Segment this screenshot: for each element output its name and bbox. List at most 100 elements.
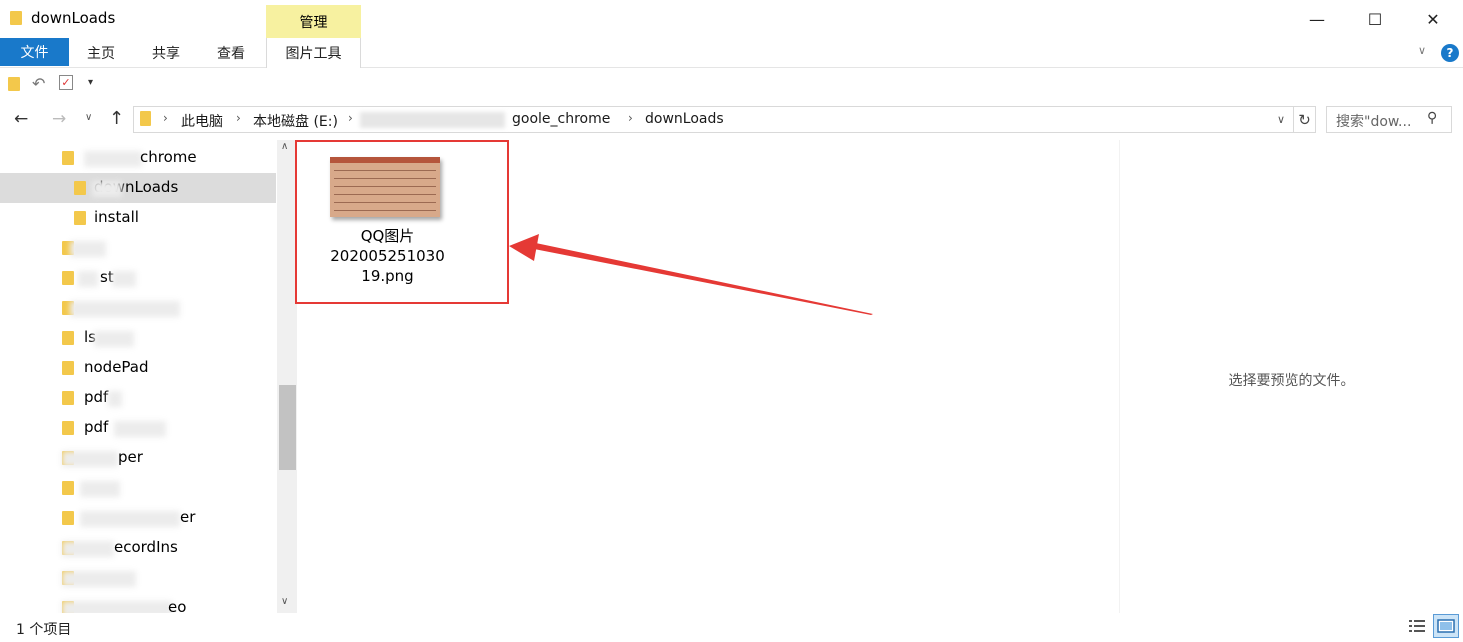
tab-home[interactable]: 主页 <box>72 38 130 68</box>
window-title: downLoads <box>31 9 116 27</box>
nav-item[interactable]: per <box>0 443 276 473</box>
nav-item-install[interactable]: install <box>0 203 276 233</box>
redacted-text <box>62 571 136 587</box>
file-name[interactable]: QQ图片 202005251030 19.png <box>320 226 455 286</box>
minimize-button[interactable]: — <box>1288 0 1346 38</box>
nav-item[interactable] <box>0 233 276 263</box>
redacted-text <box>80 511 180 527</box>
up-button[interactable]: ↑ <box>109 108 124 129</box>
folder-icon <box>62 511 74 525</box>
redacted-text <box>70 241 106 257</box>
nav-item[interactable] <box>0 293 276 323</box>
nav-item[interactable]: st <box>0 263 276 293</box>
redacted-text <box>62 541 114 557</box>
file-name-line: 202005251030 <box>330 247 445 265</box>
help-icon[interactable]: ? <box>1441 44 1459 62</box>
checkmark-icon[interactable]: ✓ <box>59 75 73 90</box>
scrollbar-thumb[interactable] <box>279 385 296 470</box>
customize-toolbar-icon[interactable]: ▾ <box>88 77 93 88</box>
details-view-icon[interactable] <box>1408 618 1426 634</box>
status-bar <box>0 613 1463 642</box>
tab-share[interactable]: 共享 <box>137 38 195 68</box>
title-bar <box>0 0 1463 38</box>
forward-button[interactable]: → <box>52 109 66 129</box>
folder-icon <box>62 271 74 285</box>
nav-item[interactable] <box>0 563 276 593</box>
folder-icon <box>62 151 74 165</box>
nav-item[interactable]: pdf <box>0 383 276 413</box>
nav-item[interactable]: er <box>0 503 276 533</box>
nav-item-label: chrome <box>140 148 197 166</box>
expand-ribbon-icon[interactable]: ∨ <box>1418 44 1426 57</box>
manage-context-header: 管理 <box>266 5 361 38</box>
folder-icon <box>62 421 74 435</box>
refresh-button[interactable]: ↻ <box>1294 106 1316 133</box>
breadcrumb-local-disk[interactable]: 本地磁盘 (E:) <box>253 111 338 131</box>
nav-item-label: ecordIns <box>114 538 178 556</box>
nav-item-label: eo <box>168 598 187 613</box>
thumbnail-line <box>334 170 436 171</box>
large-icons-view-icon[interactable] <box>1433 614 1459 638</box>
nav-item[interactable]: eo <box>0 593 276 613</box>
tab-file[interactable]: 文件 <box>0 38 69 66</box>
nav-scrollbar[interactable] <box>277 140 297 613</box>
folder-icon <box>62 391 74 405</box>
nav-item-label: er <box>180 508 196 526</box>
preview-empty-text: 选择要预览的文件。 <box>1228 373 1355 389</box>
chevron-right-icon[interactable]: › <box>628 111 633 125</box>
nav-item[interactable] <box>0 473 276 503</box>
chevron-right-icon[interactable]: › <box>236 111 241 125</box>
annotation-arrow <box>509 234 873 315</box>
thumbnail-line <box>334 186 436 187</box>
search-icon[interactable]: ⚲ <box>1427 110 1437 126</box>
thumbnail-line <box>334 210 436 211</box>
file-name-line: QQ图片 <box>360 227 415 245</box>
undo-icon[interactable]: ↶ <box>32 74 45 93</box>
redacted-text <box>94 331 134 347</box>
item-count: 1 个项目 <box>16 622 72 638</box>
navigation-pane[interactable]: chrome downLoads install st ls nodePad p… <box>0 140 297 613</box>
folder-icon <box>62 481 74 495</box>
nav-item-downloads[interactable]: downLoads <box>0 173 276 203</box>
redacted-text <box>78 271 98 287</box>
nav-item[interactable]: ls <box>0 323 276 353</box>
tab-picture-tools[interactable]: 图片工具 <box>266 38 361 68</box>
thumbnail-line <box>334 178 436 179</box>
folder-icon <box>62 361 74 375</box>
redacted-text <box>80 481 120 497</box>
breadcrumb-downloads[interactable]: downLoads <box>645 111 724 127</box>
redacted-text <box>114 421 166 437</box>
folder-icon <box>74 181 86 195</box>
image-thumbnail[interactable] <box>330 157 440 217</box>
folder-icon <box>62 331 74 345</box>
folder-icon <box>10 11 22 25</box>
arrow-shaft <box>529 242 873 315</box>
redacted-text <box>112 271 136 287</box>
redacted-text <box>92 181 122 197</box>
nav-item-label: pdf <box>84 388 109 406</box>
folder-icon <box>74 211 86 225</box>
chevron-right-icon[interactable]: › <box>163 111 168 125</box>
breadcrumb-goole-chrome[interactable]: goole_chrome <box>512 111 610 127</box>
chevron-right-icon[interactable]: › <box>348 111 353 125</box>
breadcrumb-this-pc[interactable]: 此电脑 <box>181 111 223 131</box>
search-placeholder: 搜索"dow... <box>1336 114 1412 130</box>
nav-item[interactable]: pdf <box>0 413 276 443</box>
redacted-crumb <box>360 112 505 128</box>
nav-item[interactable]: ecordIns <box>0 533 276 563</box>
maximize-button[interactable]: ☐ <box>1346 0 1404 38</box>
chevron-down-icon[interactable]: ∨ <box>281 596 288 607</box>
close-button[interactable]: ✕ <box>1404 0 1462 38</box>
recent-locations-button[interactable]: ∨ <box>85 112 92 123</box>
thumbnail-line <box>334 194 436 195</box>
chevron-up-icon[interactable]: ∧ <box>281 141 288 152</box>
chevron-down-icon[interactable]: ∨ <box>1277 113 1285 126</box>
nav-item[interactable]: chrome <box>0 143 276 173</box>
back-button[interactable]: ← <box>14 109 28 129</box>
nav-item-label: install <box>94 208 139 226</box>
tab-view[interactable]: 查看 <box>202 38 260 68</box>
nav-item-nodepad[interactable]: nodePad <box>0 353 276 383</box>
folder-icon[interactable] <box>8 77 20 91</box>
nav-item-label: nodePad <box>84 358 149 376</box>
arrow-head <box>509 234 539 261</box>
